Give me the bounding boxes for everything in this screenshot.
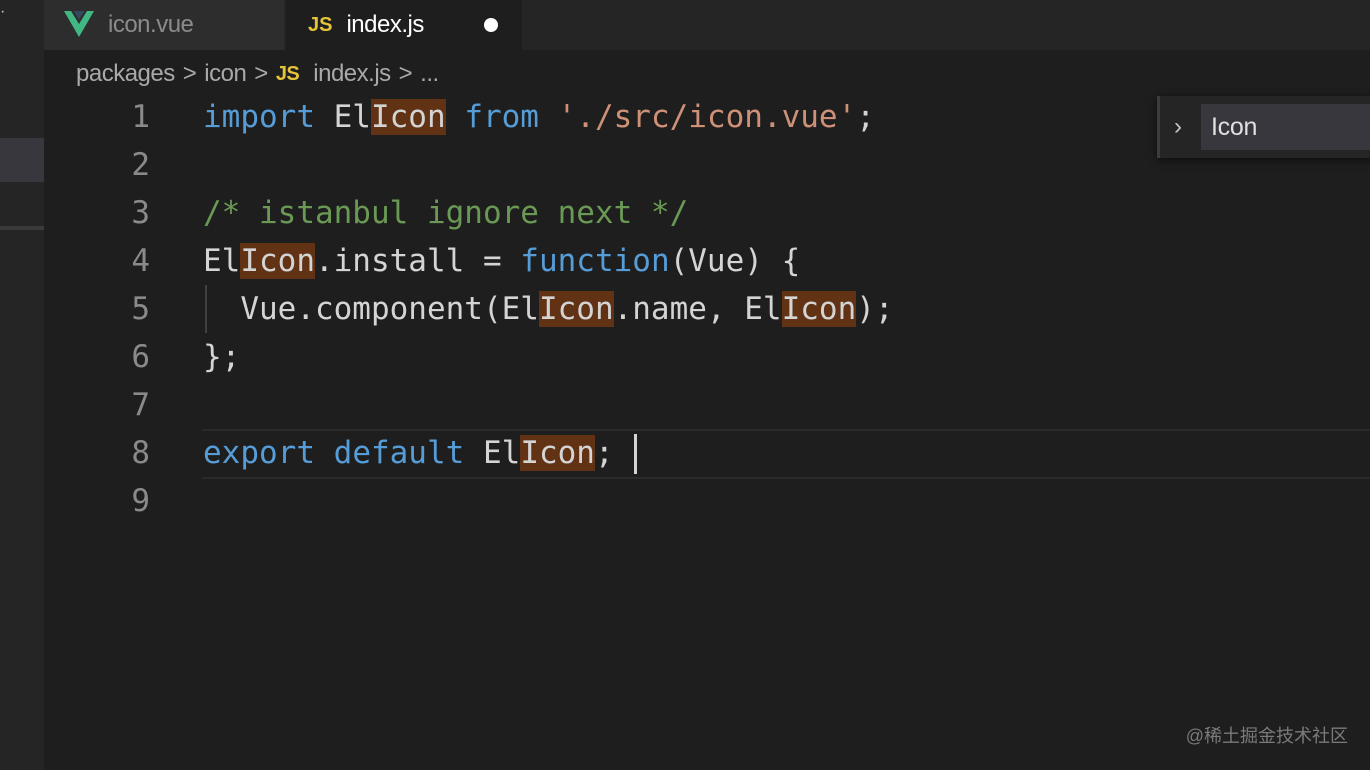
line-number: 3 — [131, 195, 150, 231]
vue-logo-icon — [64, 11, 94, 37]
line-number: 6 — [131, 339, 150, 375]
code-text[interactable]: export default ElIcon; — [203, 429, 632, 477]
breadcrumb-item-file[interactable]: index.js — [313, 60, 391, 88]
breadcrumb: packages > icon > JS index.js > ... — [76, 56, 439, 92]
sidebar-divider — [0, 226, 44, 230]
breadcrumb-item-packages[interactable]: packages — [76, 60, 175, 88]
line-number: 4 — [131, 243, 150, 279]
sidebar-selected-item[interactable] — [0, 138, 44, 182]
match-highlight: Icon — [240, 243, 315, 279]
overflow-icon[interactable]: · — [0, 4, 5, 20]
js-file-icon: JS — [308, 13, 333, 36]
code-line[interactable]: 7 — [44, 381, 1370, 429]
code-text[interactable]: import ElIcon from './src/icon.vue'; — [203, 93, 875, 141]
tab-icon-vue[interactable]: icon.vue — [44, 0, 284, 50]
match-highlight: Icon — [370, 99, 446, 135]
match-highlight: Icon — [520, 435, 595, 471]
code-line[interactable]: 6}; — [44, 333, 1370, 381]
line-number: 1 — [131, 99, 150, 135]
chevron-right-icon: > — [398, 60, 413, 87]
code-line[interactable]: 8 export default ElIcon; — [44, 429, 1370, 479]
watermark: @稀土掘金技术社区 — [1185, 726, 1348, 746]
line-number: 5 — [131, 291, 150, 327]
js-file-icon: JS — [275, 62, 300, 85]
tab-index-js[interactable]: JS index.js — [286, 0, 522, 50]
text-cursor — [634, 434, 638, 474]
tab-label: icon.vue — [108, 11, 194, 38]
code-text[interactable]: Vue.component(ElIcon.name, ElIcon); — [203, 285, 894, 333]
code-line[interactable]: 4 ElIcon.install = function(Vue) { — [44, 237, 1370, 285]
symbol-picker: › Icon — [1157, 96, 1370, 158]
match-highlight: Icon — [538, 291, 614, 327]
unsaved-dot-icon[interactable] — [484, 18, 498, 32]
code-text[interactable]: ElIcon.install = function(Vue) { — [203, 237, 800, 285]
breadcrumb-item-symbols[interactable]: ... — [420, 60, 439, 88]
chevron-right-icon: > — [182, 60, 197, 87]
breadcrumb-item-icon[interactable]: icon — [204, 60, 247, 88]
chevron-right-icon: > — [254, 60, 268, 87]
line-number: 9 — [131, 483, 150, 519]
code-line[interactable]: 3 /* istanbul ignore next */ — [44, 189, 1370, 237]
line-number: 2 — [131, 147, 150, 183]
symbol-item-label: Icon — [1211, 113, 1258, 141]
code-text[interactable]: }; — [203, 333, 240, 381]
side-bar: · — [0, 0, 44, 770]
match-highlight: Icon — [781, 291, 857, 327]
line-number: 8 — [131, 435, 150, 471]
code-line[interactable]: 9 — [44, 477, 1370, 525]
code-line[interactable]: 5 Vue.component(ElIcon.name, ElIcon); — [44, 285, 1370, 333]
symbol-item[interactable]: Icon — [1201, 104, 1370, 150]
chevron-right-icon[interactable]: › — [1174, 112, 1182, 142]
line-number: 7 — [131, 387, 150, 423]
tab-bar: icon.vue JS index.js — [44, 0, 1370, 50]
tab-label: index.js — [346, 11, 424, 38]
code-editor[interactable]: 1 import ElIcon from './src/icon.vue'; 2 3 /… — [44, 93, 1370, 770]
code-text[interactable]: /* istanbul ignore next */ — [203, 189, 688, 237]
